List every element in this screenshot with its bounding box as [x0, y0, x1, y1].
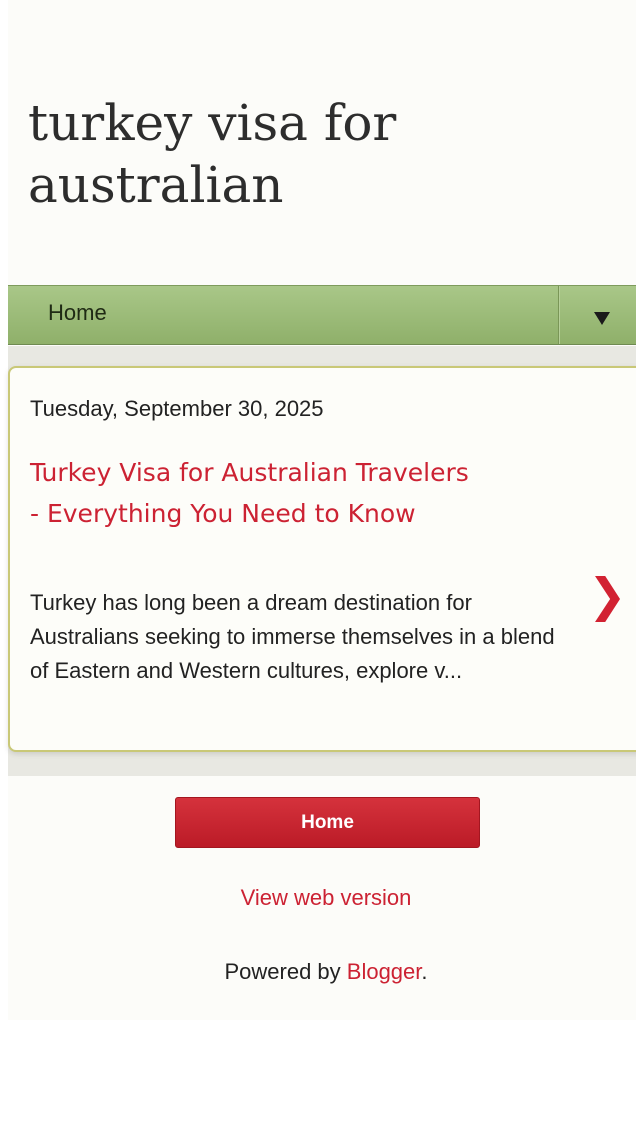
blogger-link[interactable]: Blogger: [347, 959, 422, 984]
chevron-right-icon[interactable]: ❯: [588, 568, 627, 622]
blog-title[interactable]: turkey visa for australian: [28, 92, 588, 216]
post-card[interactable]: Tuesday, September 30, 2025 Turkey Visa …: [8, 366, 636, 752]
post-title-link[interactable]: Turkey Visa for Australian Travelers - E…: [30, 452, 470, 534]
nav-bar: Home: [8, 285, 636, 345]
powered-by: Powered by Blogger.: [0, 959, 636, 985]
post-date: Tuesday, September 30, 2025: [30, 396, 324, 421]
content-area: Tuesday, September 30, 2025 Turkey Visa …: [8, 346, 636, 776]
post-snippet: Turkey has long been a dream destination…: [30, 590, 555, 683]
triangle-down-icon: [594, 311, 610, 325]
view-web-version-link[interactable]: View web version: [0, 885, 636, 911]
powered-by-prefix: Powered by: [224, 959, 347, 984]
page: turkey visa for australian Home Tuesday,…: [0, 0, 636, 1135]
nav-divider: [558, 286, 560, 344]
home-button[interactable]: Home: [175, 797, 480, 848]
powered-by-suffix: .: [421, 959, 428, 984]
nav-home-link[interactable]: Home: [48, 300, 107, 326]
nav-dropdown-toggle[interactable]: [568, 286, 636, 344]
